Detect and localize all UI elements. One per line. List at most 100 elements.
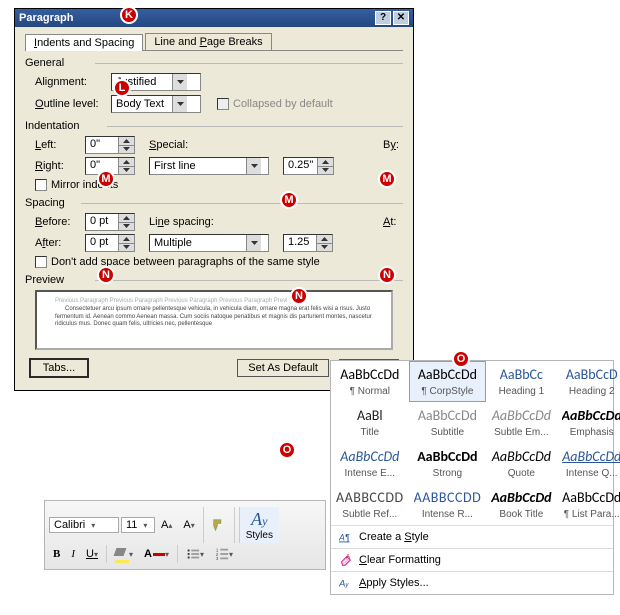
chevron-down-icon bbox=[246, 158, 261, 174]
general-group-label: General bbox=[25, 57, 403, 69]
callout-N: N bbox=[97, 266, 115, 284]
style-preview: AaBbCcDd bbox=[414, 366, 482, 383]
style-name: Heading 2 bbox=[562, 386, 620, 397]
style-name: Intense R... bbox=[414, 509, 482, 520]
apply-styles-menu[interactable]: Ay Apply Styles... bbox=[331, 571, 613, 594]
tabs-button[interactable]: Tabs... bbox=[29, 358, 89, 378]
bold-button[interactable]: B bbox=[49, 546, 64, 562]
style-name: Quote bbox=[491, 468, 551, 479]
by-spin[interactable]: 0.25" bbox=[283, 157, 334, 175]
after-spin[interactable]: 0 pt bbox=[85, 234, 135, 252]
close-button[interactable]: ✕ bbox=[393, 11, 409, 25]
tab-strip: Indents and Spacing Line and Page Breaks bbox=[25, 33, 403, 51]
before-spin[interactable]: 0 pt bbox=[85, 213, 135, 231]
create-style-menu[interactable]: A¶ Create a Style bbox=[331, 525, 613, 548]
svg-text:A¶: A¶ bbox=[339, 533, 350, 543]
style-swatch[interactable]: AaBlTitle bbox=[331, 402, 409, 443]
callout-M: M bbox=[378, 170, 396, 188]
callout-M: M bbox=[97, 170, 115, 188]
style-name: Intense E... bbox=[336, 468, 404, 479]
style-name: Subtle Ref... bbox=[336, 509, 404, 520]
italic-button[interactable]: I bbox=[67, 546, 79, 562]
style-preview: AABBCCDD bbox=[414, 489, 482, 506]
style-preview: AaBbCcDd bbox=[562, 489, 620, 506]
style-swatch[interactable]: AABBCCDD Intense R... bbox=[409, 484, 487, 525]
style-preview: AaBbCcDd bbox=[491, 407, 551, 424]
dont-add-space-check[interactable]: Don't add space between paragraphs of th… bbox=[35, 256, 403, 268]
style-swatch[interactable]: AaBbCcHeading 1 bbox=[486, 361, 556, 402]
paragraph-dialog: Paragraph ? ✕ Indents and Spacing Line a… bbox=[14, 8, 414, 391]
spacing-group-label: Spacing bbox=[25, 197, 403, 209]
svg-text:Ay: Ay bbox=[339, 579, 349, 590]
line-spacing-combo[interactable]: Multiple bbox=[149, 234, 269, 252]
style-swatch[interactable]: AaBbCcD Heading 2 bbox=[557, 361, 620, 402]
style-swatch[interactable]: AaBbCcDd¶ CorpStyle bbox=[409, 361, 487, 402]
style-preview: AaBbCcDd bbox=[562, 407, 620, 424]
style-swatch[interactable]: AaBbCcDd Intense E... bbox=[331, 443, 409, 484]
after-label: After: bbox=[35, 237, 79, 249]
style-name: Strong bbox=[414, 468, 482, 479]
callout-L: L bbox=[113, 79, 131, 97]
indent-right-label: Right: bbox=[35, 160, 79, 172]
checkbox-icon bbox=[35, 256, 47, 268]
style-swatch[interactable]: AaBbCcDd Intense Q... bbox=[557, 443, 620, 484]
tab-line-page-breaks[interactable]: Line and Page Breaks bbox=[145, 33, 271, 50]
bullets-button[interactable]: ▾ bbox=[182, 545, 208, 563]
style-preview: AaBbCcDd bbox=[491, 489, 551, 506]
dialog-title: Paragraph bbox=[19, 12, 373, 24]
style-preview: AaBbCcD bbox=[562, 366, 620, 383]
shrink-font-button[interactable]: A▾ bbox=[179, 517, 198, 533]
titlebar[interactable]: Paragraph ? ✕ bbox=[15, 9, 413, 27]
callout-K: K bbox=[120, 6, 138, 24]
numbering-button[interactable]: 123▾ bbox=[211, 545, 237, 563]
special-combo[interactable]: First line bbox=[149, 157, 269, 175]
style-preview: AaBbCcDd bbox=[414, 448, 482, 465]
style-swatch[interactable]: AaBbCcDdEmphasis bbox=[557, 402, 620, 443]
style-swatch[interactable]: AaBbCcDd Strong bbox=[409, 443, 487, 484]
line-spacing-label: Line spacing: bbox=[149, 216, 229, 228]
style-preview: AaBbCcDd bbox=[562, 448, 620, 465]
style-swatch[interactable]: AaBbCcDd ¶ List Para... bbox=[557, 484, 620, 525]
underline-button[interactable]: U ▾ bbox=[82, 546, 102, 562]
set-default-button[interactable]: Set As Default bbox=[237, 359, 329, 377]
highlight-button[interactable]: ▾ bbox=[111, 546, 137, 562]
style-name: ¶ List Para... bbox=[562, 509, 620, 520]
indent-left-spin[interactable]: 0" bbox=[85, 136, 135, 154]
chevron-up-icon[interactable] bbox=[119, 137, 134, 145]
style-name: Intense Q... bbox=[562, 468, 620, 479]
chevron-down-icon bbox=[172, 96, 187, 112]
help-button[interactable]: ? bbox=[375, 11, 391, 25]
style-swatch[interactable]: AaBbCcDd Quote bbox=[486, 443, 556, 484]
font-combo[interactable]: Calibri▾ bbox=[49, 517, 119, 533]
svg-text:A: A bbox=[346, 553, 351, 560]
style-preview: AaBbCcDd bbox=[491, 448, 551, 465]
style-preview: AABBCCDD bbox=[336, 489, 404, 506]
font-size-combo[interactable]: 11▾ bbox=[121, 517, 155, 533]
by-label: By: bbox=[383, 139, 403, 151]
style-name: Subtitle bbox=[414, 427, 482, 438]
format-painter-button[interactable] bbox=[208, 516, 230, 534]
style-swatch[interactable]: AaBbCcDd ¶ Normal bbox=[331, 361, 409, 402]
callout-N: N bbox=[290, 287, 308, 305]
outline-level-combo[interactable]: Body Text bbox=[111, 95, 201, 113]
style-swatch[interactable]: AABBCCDD Subtle Ref... bbox=[331, 484, 409, 525]
highlight-icon bbox=[115, 548, 129, 560]
clear-formatting-menu[interactable]: A Clear Formatting bbox=[331, 548, 613, 571]
at-spin[interactable]: 1.25 bbox=[283, 234, 333, 252]
font-color-button[interactable]: A▾ bbox=[140, 546, 173, 562]
tab-indents-spacing[interactable]: Indents and Spacing bbox=[25, 34, 143, 51]
style-preview: AaBbCcDd bbox=[336, 448, 404, 465]
callout-O: O bbox=[452, 350, 470, 368]
styles-grid: AaBbCcDd¶ NormalAaBbCcDd¶ CorpStyleAaBbC… bbox=[331, 361, 613, 525]
mirror-indents-check[interactable]: Mirror indents bbox=[35, 179, 403, 191]
style-swatch[interactable]: AaBbCcDdSubtitle bbox=[409, 402, 487, 443]
style-swatch[interactable]: AaBbCcDdBook Title bbox=[486, 484, 556, 525]
style-swatch[interactable]: AaBbCcDdSubtle Em... bbox=[486, 402, 556, 443]
style-preview: AaBbCcDd bbox=[336, 366, 404, 383]
grow-font-button[interactable]: A▴ bbox=[157, 517, 176, 533]
style-name: ¶ Normal bbox=[336, 386, 404, 397]
preview-box: Previous Paragraph Previous Paragraph Pr… bbox=[35, 290, 393, 350]
mini-toolbar: Calibri▾ 11▾ A▴ A▾ Ay Styles B I U ▾ ▾ A… bbox=[44, 500, 326, 570]
styles-button[interactable]: Ay Styles bbox=[239, 507, 279, 543]
chevron-down-icon[interactable] bbox=[119, 145, 134, 154]
